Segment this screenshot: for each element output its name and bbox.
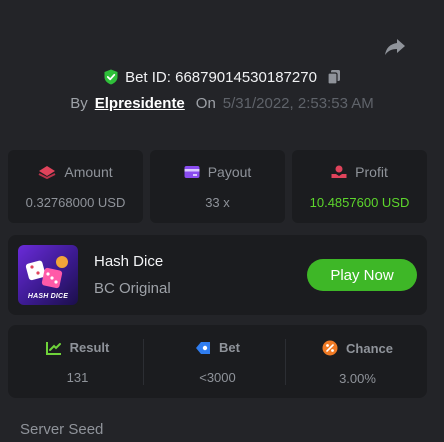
bet-date: 5/31/2022, 2:53:53 AM	[222, 94, 374, 112]
bet-column: Bet <3000	[148, 325, 287, 398]
thumbnail-label: HASH DICE	[27, 293, 69, 300]
game-card: HASH DICE Hash Dice BC Original Play Now	[8, 235, 427, 315]
bet-icon	[196, 341, 211, 354]
amount-icon	[38, 166, 56, 179]
verified-shield-icon	[103, 69, 119, 85]
chance-title: Chance	[346, 340, 393, 356]
share-icon	[385, 39, 405, 55]
game-thumbnail[interactable]: HASH DICE	[18, 245, 78, 305]
profit-value: 10.4857600 USD	[309, 195, 410, 210]
profit-title: Profit	[355, 164, 388, 180]
payout-value: 33 x	[205, 195, 230, 210]
profit-icon	[331, 165, 347, 178]
result-card: Result 131 Bet <3000 Chance 3.00%	[8, 325, 427, 398]
username-link[interactable]: Elpresidente	[95, 95, 185, 112]
bet-value: <3000	[199, 370, 236, 385]
server-seed-label: Server Seed	[20, 421, 104, 438]
divider	[143, 339, 144, 385]
amount-value: 0.32768000 USD	[25, 195, 126, 210]
bet-id: Bet ID: 66879014530187270	[125, 68, 317, 86]
amount-card: Amount 0.32768000 USD	[8, 150, 143, 223]
game-provider: BC Original	[94, 280, 171, 297]
payout-icon	[184, 166, 200, 178]
chance-column: Chance 3.00%	[288, 325, 427, 398]
bet-id-row: Bet ID: 66879014530187270	[0, 66, 444, 88]
by-label: By	[70, 94, 88, 112]
chance-icon	[322, 340, 338, 356]
on-label: On	[195, 94, 216, 112]
result-value: 131	[66, 370, 89, 385]
play-now-button[interactable]: Play Now	[307, 259, 417, 291]
result-icon	[45, 341, 61, 355]
result-column: Result 131	[8, 325, 147, 398]
payout-card: Payout 33 x	[150, 150, 285, 223]
game-name: Hash Dice	[94, 253, 164, 270]
divider	[285, 339, 286, 385]
profit-card: Profit 10.4857600 USD	[292, 150, 427, 223]
payout-title: Payout	[207, 164, 252, 180]
bet-title: Bet	[219, 340, 240, 355]
amount-title: Amount	[64, 164, 113, 180]
result-title: Result	[69, 340, 110, 355]
author-row: By Elpresidente On 5/31/2022, 2:53:53 AM	[0, 92, 444, 114]
share-button[interactable]	[383, 37, 407, 57]
chance-value: 3.00%	[339, 371, 376, 386]
copy-icon[interactable]	[327, 69, 341, 85]
